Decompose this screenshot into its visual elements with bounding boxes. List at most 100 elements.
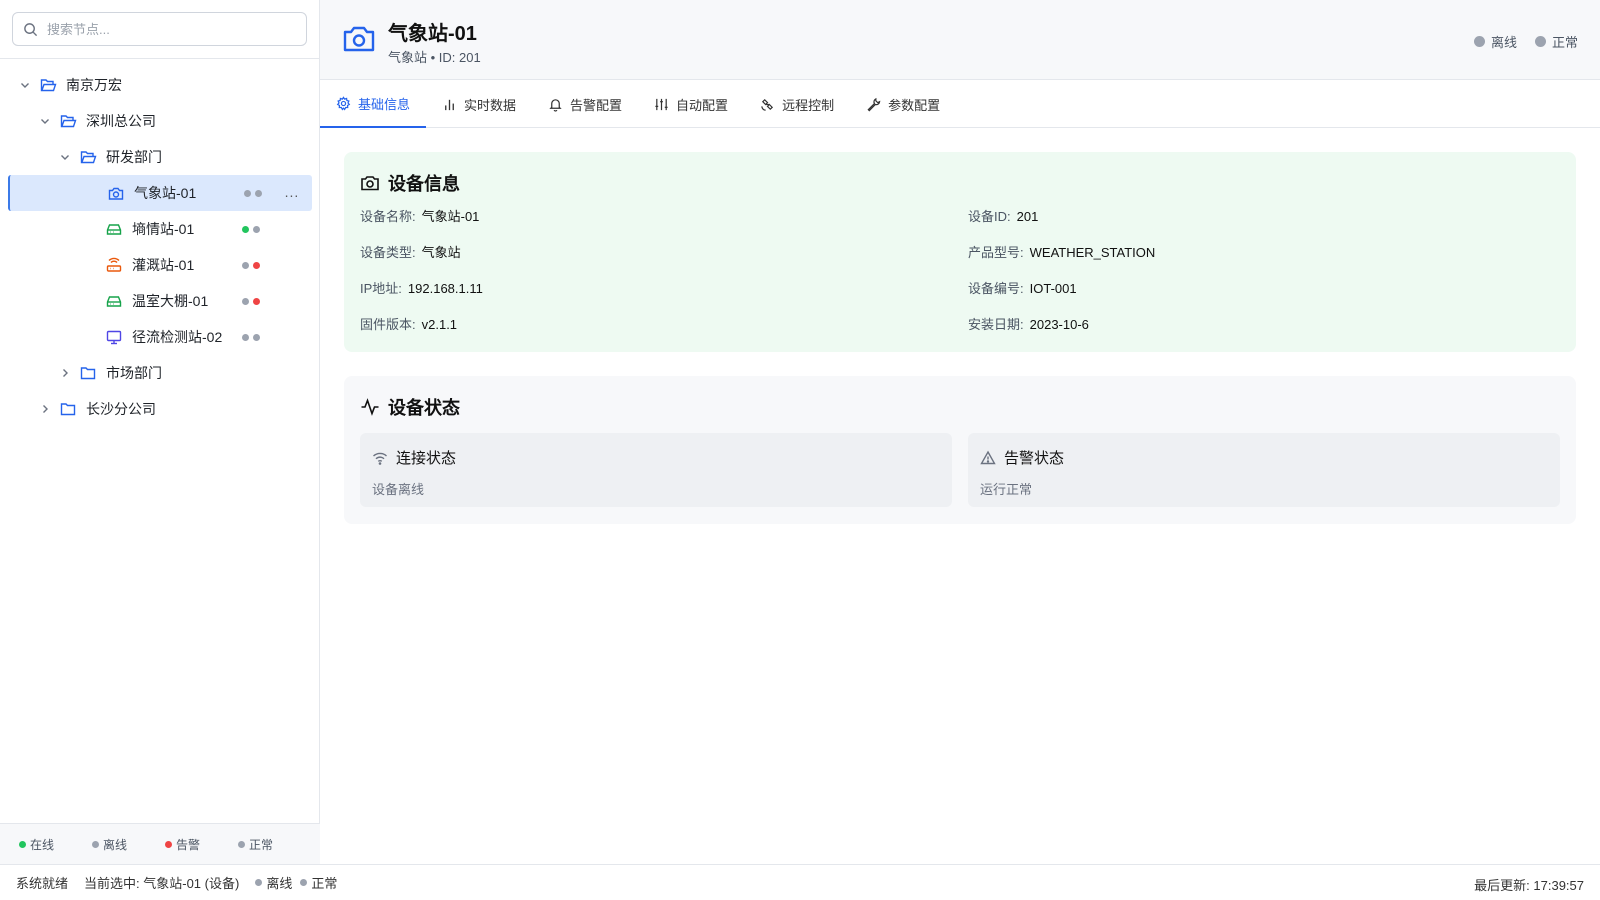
tab-basic-info[interactable]: 基础信息 bbox=[320, 80, 427, 128]
tree-node-branch[interactable]: 长沙分公司 bbox=[8, 391, 312, 427]
tree-node-dept[interactable]: 市场部门 bbox=[8, 355, 312, 391]
tree-node-label: 气象站-01 bbox=[134, 185, 197, 201]
info-device-serial: 设备编号: IOT-001 bbox=[968, 278, 1077, 297]
tab-label: 告警配置 bbox=[570, 97, 623, 113]
sub-card-title: 告警状态 bbox=[980, 447, 1064, 468]
tab-auto-config[interactable]: 自动配置 bbox=[638, 80, 744, 128]
statusbar-offline: 离线 bbox=[255, 873, 292, 892]
info-install-date: 安装日期: 2023-10-6 bbox=[968, 314, 1089, 333]
status-label: 正常 bbox=[311, 876, 338, 891]
card-title: 设备状态 bbox=[360, 394, 460, 420]
status-dot bbox=[255, 190, 262, 197]
tree-node-label: 长沙分公司 bbox=[86, 401, 156, 417]
legend-normal: 正常 bbox=[219, 836, 292, 853]
status-dot bbox=[242, 334, 249, 341]
status-label: 离线 bbox=[1490, 35, 1517, 50]
bell-icon bbox=[549, 98, 562, 112]
chevron-down-icon[interactable] bbox=[18, 78, 32, 92]
app-window: 南京万宏 深圳总公司 研发部门 气象站-01 ... 墒情站-01 bbox=[0, 0, 1600, 900]
tree-node-device[interactable]: 温室大棚-01 bbox=[8, 283, 312, 319]
folder-open-icon bbox=[40, 76, 58, 94]
sub-card-title-label: 连接状态 bbox=[396, 450, 457, 467]
tab-label: 参数配置 bbox=[888, 97, 941, 113]
tree-node-device[interactable]: 灌溉站-01 bbox=[8, 247, 312, 283]
tab-label: 基础信息 bbox=[358, 96, 411, 112]
status-dot bbox=[242, 226, 249, 233]
statusbar-normal: 正常 bbox=[300, 873, 337, 892]
field-value: v2.1.1 bbox=[421, 317, 458, 332]
field-value: 气象站 bbox=[421, 245, 461, 260]
info-ip-address: IP地址: 192.168.1.11 bbox=[360, 278, 483, 297]
connection-status-card: 连接状态 设备离线 bbox=[360, 433, 952, 507]
chevron-down-icon[interactable] bbox=[38, 114, 52, 128]
status-dot bbox=[242, 262, 249, 269]
status-dot bbox=[244, 190, 251, 197]
tab-alarm-config[interactable]: 告警配置 bbox=[532, 80, 638, 128]
last-updated-text: 最后更新: 17:39:57 bbox=[1474, 878, 1584, 893]
tree-node-device-selected[interactable]: 气象站-01 ... bbox=[8, 175, 312, 211]
info-product-model: 产品型号: WEATHER_STATION bbox=[968, 242, 1155, 261]
tab-param-config[interactable]: 参数配置 bbox=[850, 80, 956, 128]
hard-drive-icon bbox=[106, 292, 124, 310]
status-dots bbox=[244, 190, 262, 197]
legend-offline: 离线 bbox=[73, 836, 146, 853]
device-status-card: 设备状态 连接状态 设备离线 告警状态 运行正常 bbox=[344, 376, 1576, 524]
folder-open-icon bbox=[60, 112, 78, 130]
tab-realtime-data[interactable]: 实时数据 bbox=[426, 80, 532, 128]
status-label: 正常 bbox=[1551, 35, 1578, 50]
field-value: WEATHER_STATION bbox=[1029, 245, 1156, 260]
node-tree: 南京万宏 深圳总公司 研发部门 气象站-01 ... 墒情站-01 灌溉站-01… bbox=[8, 67, 312, 427]
status-dot bbox=[18, 840, 26, 848]
field-label: 设备ID: bbox=[968, 209, 1011, 224]
chevron-right-icon[interactable] bbox=[38, 402, 52, 416]
field-value: 气象站-01 bbox=[421, 209, 480, 224]
tab-label: 实时数据 bbox=[464, 97, 517, 113]
bar-chart-icon bbox=[445, 99, 454, 110]
folder-icon bbox=[80, 364, 98, 382]
activity-icon bbox=[361, 398, 379, 416]
chevron-right-icon[interactable] bbox=[58, 366, 72, 380]
info-device-type: 设备类型: 气象站 bbox=[360, 242, 461, 261]
status-dots bbox=[242, 226, 260, 233]
status-dot bbox=[242, 298, 249, 305]
page-subtitle: 气象站 • ID: 201 bbox=[388, 50, 481, 65]
tree-node-device[interactable]: 墒情站-01 bbox=[8, 211, 312, 247]
tab-label: 自动配置 bbox=[676, 97, 729, 113]
status-dot bbox=[91, 840, 99, 848]
search-icon bbox=[24, 22, 38, 36]
tree-node-dept[interactable]: 研发部门 bbox=[8, 139, 312, 175]
tree-node-label: 市场部门 bbox=[106, 365, 162, 381]
camera-icon bbox=[108, 184, 126, 202]
tree-node-root[interactable]: 南京万宏 bbox=[8, 67, 312, 103]
field-label: 产品型号: bbox=[968, 245, 1024, 260]
monitor-icon bbox=[106, 328, 124, 346]
more-options-button[interactable]: ... bbox=[282, 183, 302, 203]
sub-card-title-label: 告警状态 bbox=[1004, 450, 1065, 467]
gear-icon bbox=[336, 95, 351, 110]
legend-online: 在线 bbox=[0, 836, 73, 853]
status-dot bbox=[1473, 36, 1485, 47]
status-normal: 正常 bbox=[1534, 32, 1578, 51]
field-label: IP地址: bbox=[360, 281, 402, 296]
field-label: 设备名称: bbox=[360, 209, 416, 224]
chevron-down-icon[interactable] bbox=[58, 150, 72, 164]
field-label: 固件版本: bbox=[360, 317, 416, 332]
tree-node-device[interactable]: 径流检测站-02 bbox=[8, 319, 312, 355]
status-dot bbox=[300, 879, 308, 886]
tree-node-branch[interactable]: 深圳总公司 bbox=[8, 103, 312, 139]
tab-bar: 基础信息 实时数据 告警配置 自动配置 远程控制 参数配置 bbox=[320, 80, 1600, 128]
status-label: 离线 bbox=[266, 876, 293, 891]
legend-label: 告警 bbox=[175, 837, 200, 852]
info-firmware: 固件版本: v2.1.1 bbox=[360, 314, 457, 333]
field-value: IOT-001 bbox=[1029, 281, 1077, 296]
status-dot bbox=[253, 226, 260, 233]
search-box[interactable] bbox=[12, 12, 307, 46]
search-input[interactable] bbox=[47, 21, 287, 37]
tab-remote-control[interactable]: 远程控制 bbox=[744, 80, 850, 128]
folder-open-icon bbox=[80, 148, 98, 166]
wifi-icon bbox=[373, 452, 387, 465]
status-dots bbox=[242, 334, 260, 341]
tree-node-label: 南京万宏 bbox=[66, 77, 122, 93]
connection-status-value: 设备离线 bbox=[372, 482, 425, 497]
status-offline: 离线 bbox=[1473, 32, 1517, 51]
